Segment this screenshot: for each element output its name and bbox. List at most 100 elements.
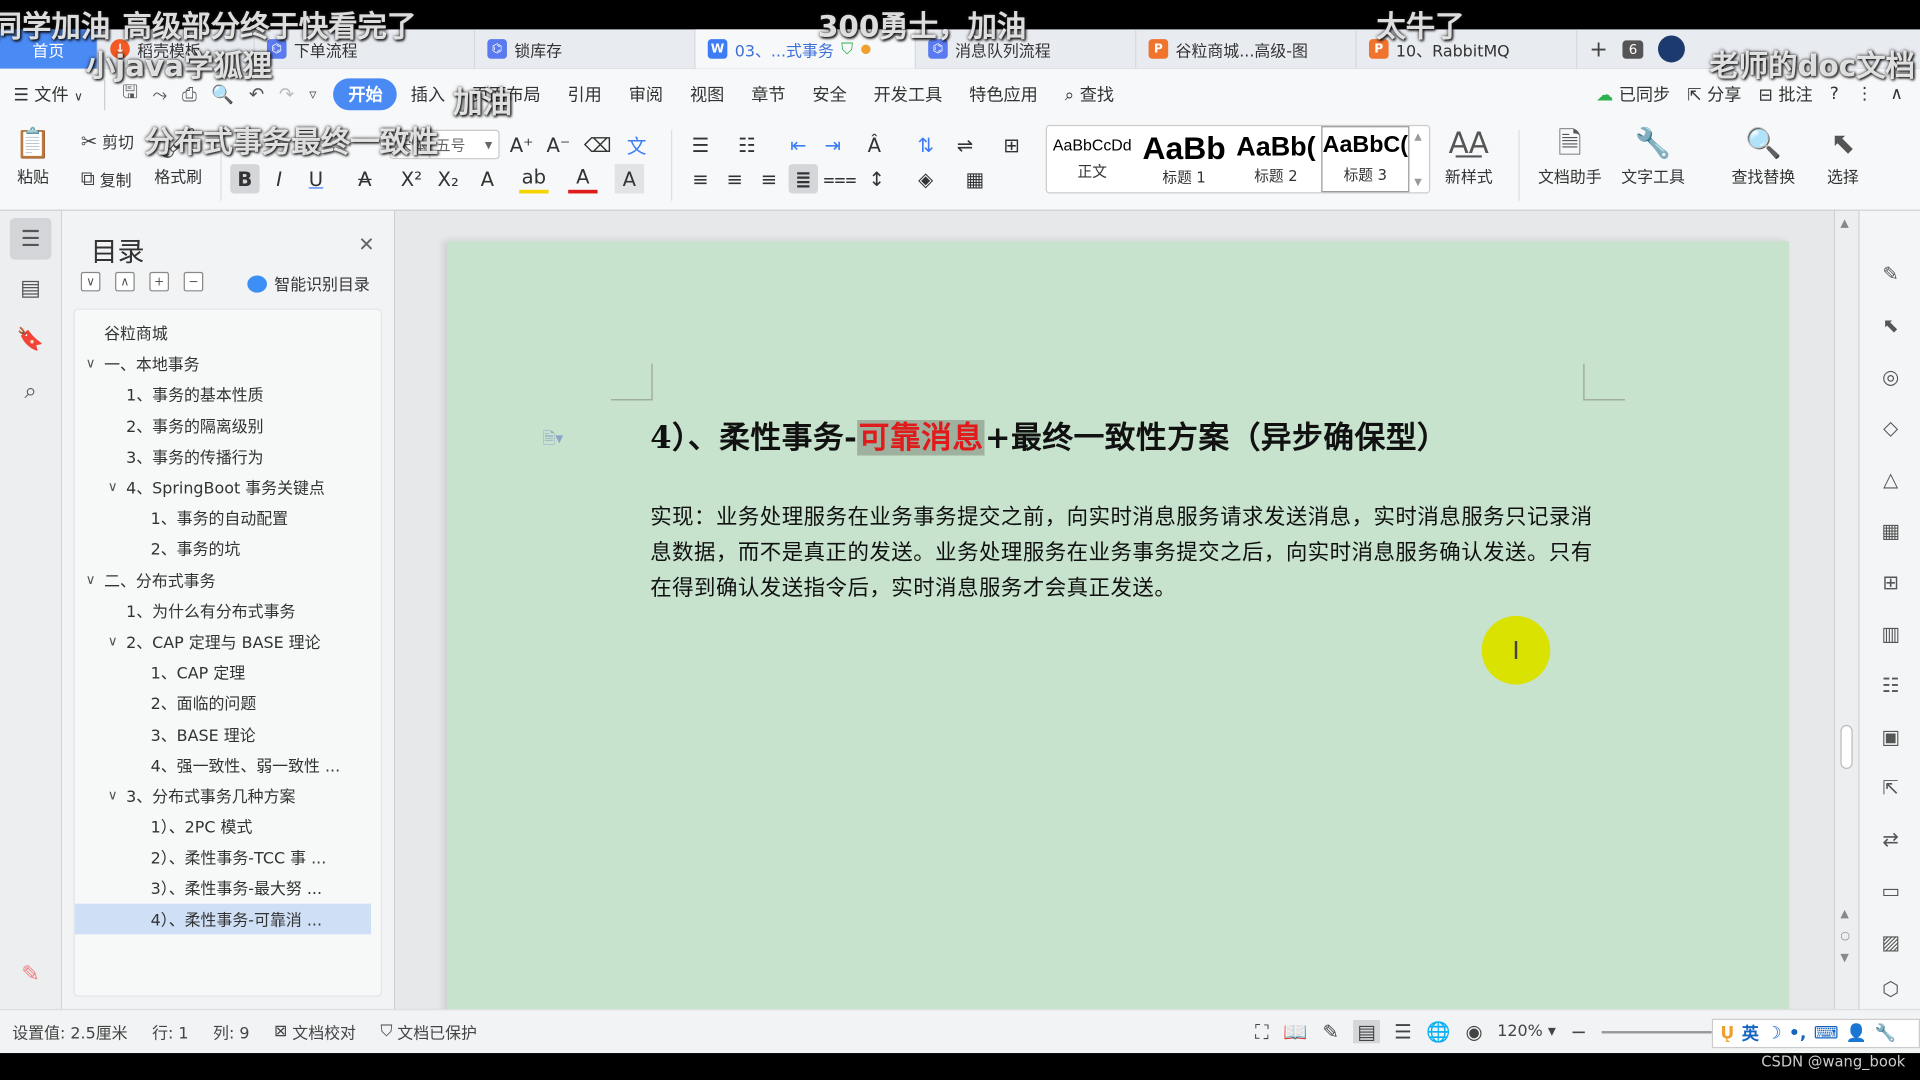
fill-icon[interactable]: △ (1877, 465, 1904, 492)
toc-item[interactable]: ∨ 二、分布式事务 (75, 564, 381, 595)
bold-button[interactable]: B (230, 164, 260, 194)
toc-item[interactable]: 2、事务的坑 (75, 533, 381, 564)
tab-home[interactable]: 首页 (0, 29, 98, 69)
tab-mq-flow[interactable]: ⌬ 消息队列流程 (916, 29, 1137, 69)
print-preview-icon[interactable]: 🔍 (211, 83, 234, 105)
chevron-down-icon[interactable]: ∨ (82, 571, 99, 587)
sync-button[interactable]: ☁ 已同步 (1596, 82, 1670, 106)
table-border-icon[interactable]: ⊞ (997, 130, 1026, 159)
prev-page-icon[interactable]: ▲ (1840, 909, 1848, 921)
document-page[interactable]: 🗎▾ 4）、柔性事务-可靠消息+最终一致性方案（异步确保型） 实现：业务处理服务… (446, 241, 1789, 1025)
find-replace-button[interactable]: 🔍 查找替换 (1731, 127, 1795, 187)
vertical-scrollbar[interactable]: ▲ ▲ ○ ▼ (1834, 210, 1859, 1009)
menu-tab-home[interactable]: 开始 (333, 78, 398, 111)
align-right-icon[interactable]: ≡ (754, 164, 783, 193)
share-button[interactable]: ⇱ 分享 (1687, 82, 1741, 106)
grow-font-button[interactable]: A⁺ (507, 130, 536, 159)
eye-protection-icon[interactable]: ◉ (1465, 1020, 1482, 1043)
sort-icon[interactable]: ⇅ (911, 130, 940, 159)
search-button[interactable]: ⌕ 查找 (1051, 82, 1127, 106)
toc-item[interactable]: 3）、柔性事务-最大努 ... (75, 872, 381, 903)
toc-item[interactable]: 2、面临的问题 (75, 687, 381, 718)
page-view-icon[interactable]: ▤ (1353, 1020, 1380, 1044)
borders-icon[interactable]: ▦ (960, 164, 989, 193)
toc-item[interactable]: 1、事务的基本性质 (75, 379, 381, 410)
clear-format-icon[interactable]: ⌫ (583, 130, 612, 159)
zoom-level[interactable]: 120% ▾ (1497, 1022, 1556, 1040)
font-size-select[interactable]: 五号 ▾ (428, 129, 500, 160)
toc-panel-icon[interactable]: ☰ (9, 217, 52, 260)
ime-toolbar[interactable]: Ų 英 ☽ •, ⌨ 👤 🔧 (1711, 1018, 1920, 1049)
pointer-icon[interactable]: ⬉ (1877, 311, 1904, 338)
toc-item[interactable]: 1、为什么有分布式事务 (75, 595, 381, 626)
scroll-up-icon[interactable]: ▲ (1840, 218, 1848, 230)
tab-distributed-transaction[interactable]: W 03、...式事务 ⛉ ● (695, 29, 916, 69)
close-icon[interactable]: ✕ (358, 233, 374, 256)
text-direction-icon[interactable]: Â (860, 130, 889, 159)
remove-heading-icon[interactable]: − (183, 271, 204, 292)
highlight-button[interactable]: ab (519, 164, 549, 194)
increase-indent-icon[interactable]: ⇥ (818, 130, 847, 159)
menu-tab-developer[interactable]: 开发工具 (860, 82, 956, 106)
web-view-icon[interactable]: 🌐 (1426, 1020, 1450, 1043)
menu-tab-view[interactable]: 视图 (677, 82, 738, 106)
char-shading-button[interactable]: A (614, 164, 645, 194)
shape-icon[interactable]: ◇ (1877, 414, 1904, 441)
backup-icon[interactable]: ⬡ (1877, 975, 1904, 1002)
bookmark-icon[interactable]: 🔖 (10, 318, 52, 360)
new-style-button[interactable]: A͟A 新样式 (1445, 127, 1493, 187)
align-left-icon[interactable]: ≡ (686, 164, 715, 193)
paragraph-handle-icon[interactable]: 🗎▾ (542, 427, 563, 454)
zoom-out-button[interactable]: − (1571, 1020, 1587, 1043)
menu-tab-layout[interactable]: 页面布局 (459, 82, 555, 106)
format-painter-button[interactable]: 🖌 格式刷 (154, 127, 202, 187)
chart-icon[interactable]: ▥ (1877, 620, 1904, 647)
style-normal[interactable]: AaBbCcDd 正文 (1047, 126, 1138, 192)
collapse-ribbon-icon[interactable]: ∧ (1890, 84, 1903, 104)
add-heading-icon[interactable]: + (149, 271, 169, 292)
chevron-down-icon[interactable]: ∨ (104, 479, 121, 495)
tab-gulimall-ppt[interactable]: P 谷粒商城...高级-图 (1136, 29, 1357, 69)
grid-apps-icon[interactable]: ⊞ (1877, 568, 1904, 595)
select-button[interactable]: ⬉ 选择 (1827, 127, 1859, 187)
customize-icon[interactable]: ▿ (309, 86, 316, 103)
menu-tab-insert[interactable]: 插入 (397, 82, 458, 106)
tab-order-flow[interactable]: ⌬ 下单流程 (255, 29, 476, 69)
select-browse-icon[interactable]: ○ (1840, 931, 1850, 943)
pen-icon[interactable]: ✎ (1877, 260, 1904, 287)
toc-item[interactable]: 4）、柔性事务-可靠消 ... (74, 903, 372, 934)
align-center-icon[interactable]: ≡ (720, 164, 749, 193)
smart-toc-button[interactable]: 智能识别目录 (247, 272, 370, 295)
style-gallery-scroll[interactable]: ▲ ▼ (1409, 126, 1426, 192)
chevron-down-icon[interactable]: ∨ (104, 633, 121, 649)
expand-down-icon[interactable]: ∨ (80, 271, 101, 292)
chevron-down-icon[interactable]: ∨ (104, 787, 121, 803)
menu-tab-references[interactable]: 引用 (554, 82, 615, 106)
protection-status[interactable]: ⛉ 文档已保护 (368, 1020, 489, 1043)
toc-item[interactable]: 2、事务的隔离级别 (75, 410, 381, 441)
justify-icon[interactable]: ≣ (788, 164, 818, 194)
text-tools-button[interactable]: 🔧 文字工具 (1621, 127, 1685, 187)
tab-daoke-template[interactable]: ↓ 稻壳模板 (98, 29, 255, 69)
distributed-align-icon[interactable]: ⩶ (823, 164, 857, 193)
table-icon[interactable]: ▦ (1877, 517, 1904, 544)
scrollbar-thumb[interactable] (1840, 724, 1853, 769)
archive-icon[interactable]: ▭ (1877, 877, 1904, 904)
section-heading[interactable]: 4）、柔性事务-可靠消息+最终一致性方案（异步确保型） (650, 414, 1448, 458)
collapse-up-icon[interactable]: ∧ (115, 271, 135, 292)
print-icon[interactable]: ⎙ (182, 83, 197, 105)
file-menu[interactable]: ☰ 文件 ∨ (0, 82, 96, 106)
line-break-icon[interactable]: ⇌ (950, 130, 979, 159)
line-spacing-icon[interactable]: ↕ (862, 164, 891, 193)
tab-lock-stock[interactable]: ⌬ 锁库存 (475, 29, 696, 69)
strikethrough-button[interactable]: A (350, 164, 379, 193)
menu-tab-features[interactable]: 特色应用 (956, 82, 1052, 106)
more-icon[interactable]: ⋮ (1856, 84, 1873, 104)
sliders-icon[interactable]: ☷ (1877, 671, 1904, 698)
chevron-down-icon[interactable]: ∨ (82, 355, 99, 371)
comment-button[interactable]: ⊟ 批注 (1759, 82, 1813, 106)
bullet-list-icon[interactable]: ☰ (686, 130, 715, 159)
tab-rabbitmq[interactable]: P 10、RabbitMQ (1357, 29, 1578, 69)
toc-item[interactable]: 1）、2PC 模式 (75, 811, 381, 842)
tab-count-badge[interactable]: 6 (1622, 39, 1644, 59)
